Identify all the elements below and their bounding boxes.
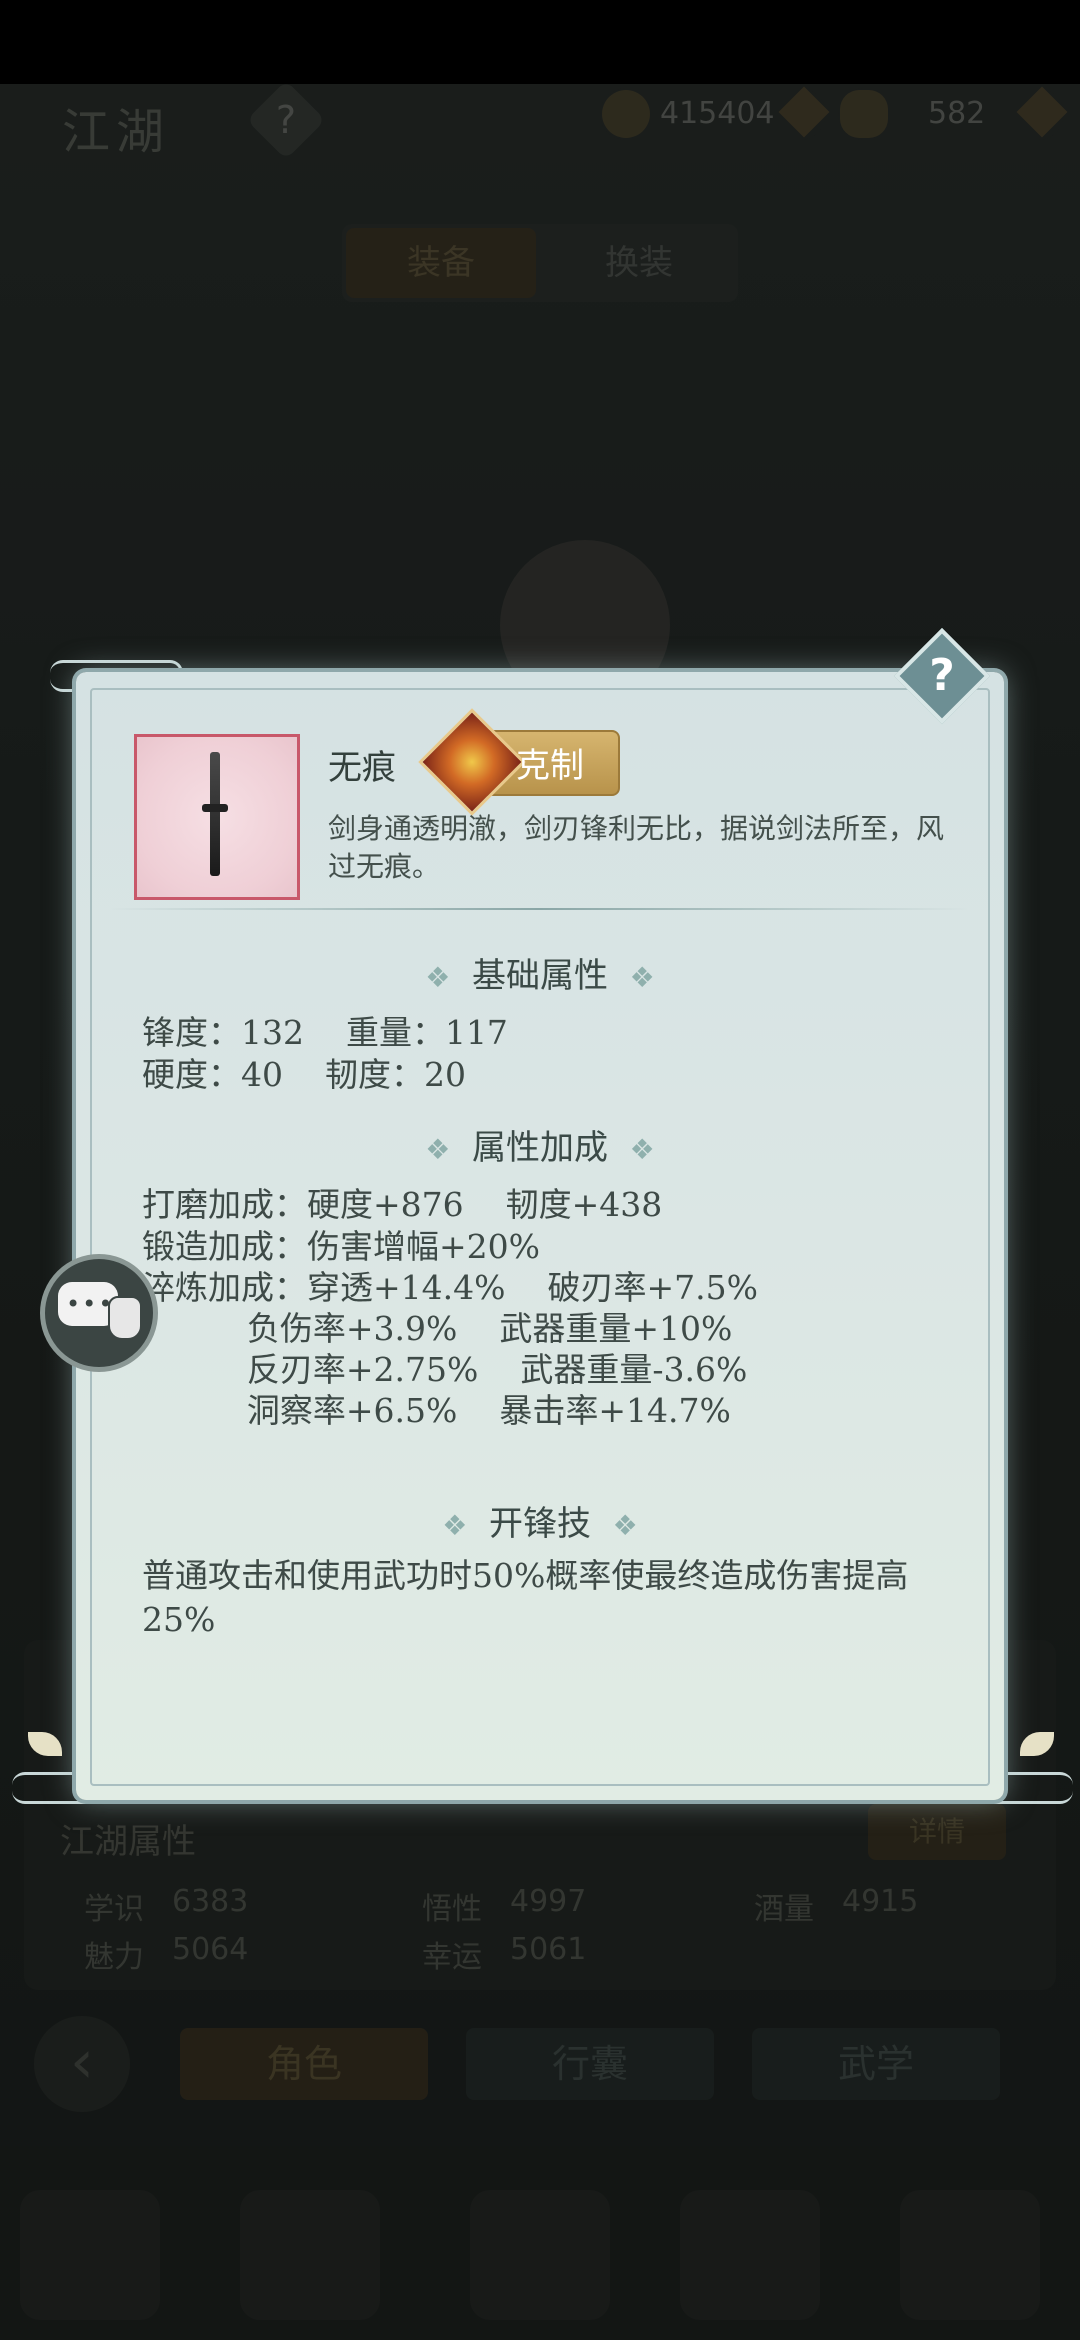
ornament-icon: ❖	[425, 961, 451, 994]
base-attribute-line: 硬度：40 韧度：20	[142, 1055, 466, 1094]
base-attributes-title: 基础属性	[472, 956, 608, 996]
sword-guard	[202, 804, 228, 812]
bonus-attributes-title: 属性加成	[472, 1128, 608, 1168]
bonus-line: 洞察率+6.5% 暴击率+14.7%	[142, 1391, 731, 1430]
base-attribute-line: 锋度：132 重量：117	[142, 1013, 508, 1052]
skill-description: 普通攻击和使用武功时50%概率使最终造成伤害提高25%	[142, 1556, 909, 1639]
question-icon: ?	[929, 650, 955, 701]
status-bar	[0, 0, 1080, 84]
item-description: 剑身通透明澈，剑刃锋利无比，据说剑法所至，风过无痕。	[328, 812, 945, 883]
ornament-icon: ❖	[425, 1133, 451, 1166]
ornament-icon: ❖	[629, 1133, 655, 1166]
bonus-line: 打磨加成：硬度+876 韧度+438	[142, 1185, 663, 1224]
sword-icon	[210, 752, 220, 876]
ornament-icon: ❖	[442, 1509, 468, 1542]
wine-bottle-icon	[108, 1296, 142, 1340]
item-name: 无痕	[328, 748, 396, 788]
skill-heading: ❖ 开锋技 ❖	[76, 1496, 1004, 1545]
counter-badge-label: 克制	[516, 746, 584, 786]
skill-title: 开锋技	[489, 1504, 591, 1544]
ornament-icon: ❖	[612, 1509, 638, 1542]
base-attributes-heading: ❖ 基础属性 ❖	[76, 948, 1004, 997]
bonus-attributes-heading: ❖ 属性加成 ❖	[76, 1120, 1004, 1169]
ornament-icon: ❖	[629, 961, 655, 994]
divider	[110, 908, 968, 910]
